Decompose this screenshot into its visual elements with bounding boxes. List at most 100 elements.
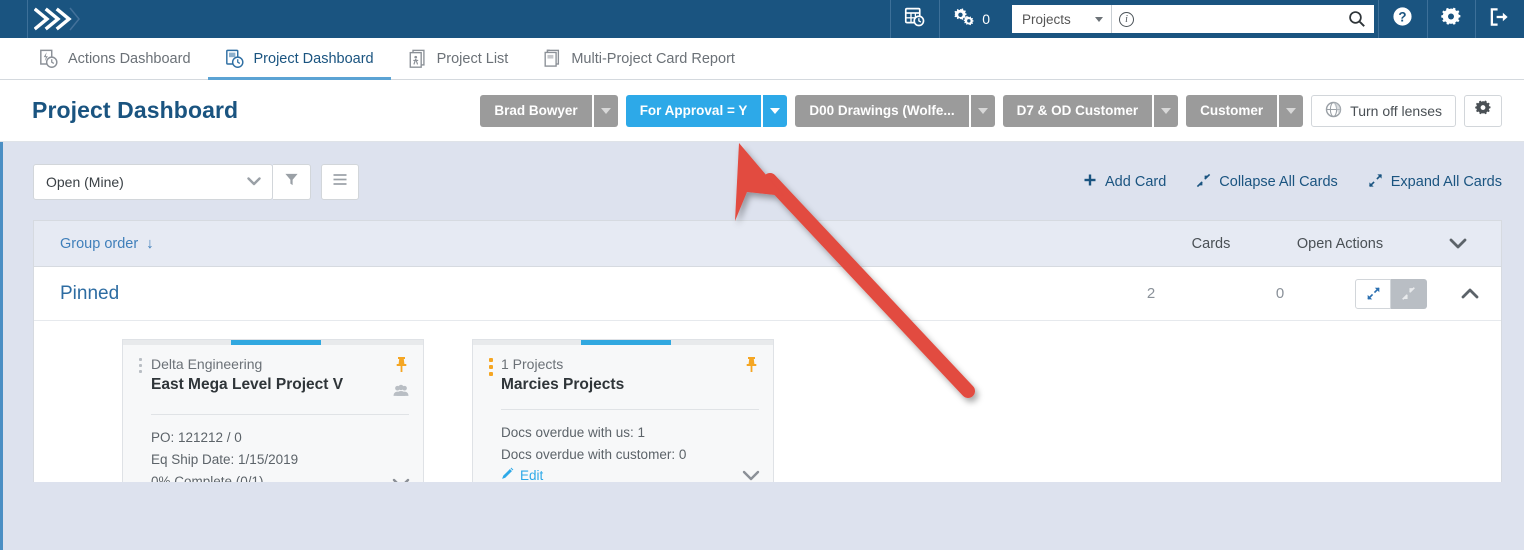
lens-dropdown-toggle[interactable] xyxy=(761,94,788,127)
lens-d00-drawings[interactable]: D00 Drawings (Wolfe... xyxy=(795,94,995,127)
card-body: PO: 121212 / 0 Eq Ship Date: 1/15/2019 0… xyxy=(137,427,411,482)
lens-settings-button[interactable] xyxy=(1464,94,1502,127)
card-header: Delta Engineering East Mega Level Projec… xyxy=(137,354,409,402)
card-list: Delta Engineering East Mega Level Projec… xyxy=(34,321,1501,482)
column-header-cards: Cards xyxy=(1191,235,1231,252)
dashboard-toolbar: Open (Mine) Add Card Collapse All Cards … xyxy=(33,164,1502,200)
pin-icon[interactable] xyxy=(394,356,409,378)
card-expand-chevron[interactable] xyxy=(391,477,411,482)
collapse-all-label: Collapse All Cards xyxy=(1219,174,1338,190)
group-collapse-button[interactable] xyxy=(1391,278,1427,309)
card-title: East Mega Level Project V xyxy=(151,376,344,394)
lens-d7-od-customer[interactable]: D7 & OD Customer xyxy=(1002,94,1179,127)
lens-bar: Brad Bowyer For Approval = Y D00 Drawing… xyxy=(480,94,1502,127)
card-drag-handle[interactable] xyxy=(137,354,151,402)
top-bar: 0 Projects i ? xyxy=(0,0,1524,38)
card-detail-line: Eq Ship Date: 1/15/2019 xyxy=(151,451,299,467)
column-header-open-actions: Open Actions xyxy=(1296,235,1384,252)
search-group: Projects i xyxy=(1012,5,1374,33)
card-progress-accent xyxy=(123,340,423,345)
card-detail-line: 0% Complete (0/1) xyxy=(151,473,264,482)
card-edit-link[interactable]: Edit xyxy=(501,467,543,482)
group-row-pinned[interactable]: Pinned 2 0 xyxy=(34,267,1501,321)
tab-project-dashboard[interactable]: Project Dashboard xyxy=(207,38,391,80)
card-icon-group xyxy=(744,354,759,397)
main-content: Open (Mine) Add Card Collapse All Cards … xyxy=(0,142,1524,550)
app-logo[interactable] xyxy=(0,0,92,38)
lens-for-approval[interactable]: For Approval = Y xyxy=(625,94,788,127)
view-select-value: Open (Mine) xyxy=(46,174,124,190)
calendar-clock-icon xyxy=(904,6,925,32)
logout-icon xyxy=(1489,7,1510,32)
project-card[interactable]: Delta Engineering East Mega Level Projec… xyxy=(122,339,424,482)
add-card-button[interactable]: Add Card xyxy=(1083,173,1166,191)
lens-label: D00 Drawings (Wolfe... xyxy=(795,94,969,127)
info-icon[interactable]: i xyxy=(1119,11,1134,27)
grid-header: Group order ↓ Cards Open Actions xyxy=(34,221,1501,267)
logout-button[interactable] xyxy=(1475,0,1524,38)
search-input[interactable] xyxy=(1134,11,1342,27)
tab-label: Multi-Project Card Report xyxy=(571,50,735,67)
chevron-down-icon xyxy=(1095,16,1103,22)
help-button[interactable]: ? xyxy=(1378,0,1427,38)
tab-actions-dashboard[interactable]: Actions Dashboard xyxy=(22,38,208,79)
lens-dropdown-toggle[interactable] xyxy=(1277,94,1304,127)
search-scope-select[interactable]: Projects xyxy=(1012,5,1112,33)
card-divider xyxy=(501,408,759,410)
tab-multi-project-card-report[interactable]: Multi-Project Card Report xyxy=(525,38,752,79)
turn-off-lenses-button[interactable]: Turn off lenses xyxy=(1311,94,1456,127)
search-field-wrap: i xyxy=(1112,5,1374,33)
plus-icon xyxy=(1083,173,1097,191)
top-bar-spacer xyxy=(92,0,890,38)
project-card[interactable]: 1 Projects Marcies Projects Docs overdue… xyxy=(472,339,774,482)
lens-dropdown-toggle[interactable] xyxy=(968,94,995,127)
collapse-all-cards-button[interactable]: Collapse All Cards xyxy=(1196,173,1338,192)
card-titles: 1 Projects Marcies Projects xyxy=(501,354,744,397)
pin-icon[interactable] xyxy=(744,356,759,378)
chevron-down-icon xyxy=(770,107,781,114)
search-icon[interactable] xyxy=(1342,10,1366,28)
lens-brad-bowyer[interactable]: Brad Bowyer xyxy=(480,94,618,127)
tab-label: Actions Dashboard xyxy=(68,50,191,67)
lens-label: For Approval = Y xyxy=(625,94,762,127)
actions-dashboard-icon xyxy=(39,49,59,69)
group-collapse-chevron[interactable] xyxy=(1439,287,1501,300)
group-cards-count: 2 xyxy=(1146,285,1156,302)
card-drag-handle[interactable] xyxy=(487,354,501,397)
people-icon[interactable] xyxy=(393,384,409,402)
group-expand-button[interactable] xyxy=(1355,278,1391,309)
card-icon-group xyxy=(393,354,409,402)
card-body: Docs overdue with us: 1 Docs overdue wit… xyxy=(487,422,761,482)
gears-button[interactable]: 0 xyxy=(939,0,1004,38)
gears-count: 0 xyxy=(982,11,990,27)
card-edit-label: Edit xyxy=(520,467,544,482)
expand-all-cards-button[interactable]: Expand All Cards xyxy=(1368,173,1502,192)
card-expand-chevron[interactable] xyxy=(741,469,761,482)
chevron-logo-icon xyxy=(34,7,80,31)
card-subtitle: Delta Engineering xyxy=(151,356,263,372)
chevron-down-icon xyxy=(1286,107,1297,114)
grid-collapse-toggle[interactable] xyxy=(1415,237,1501,250)
group-name: Pinned xyxy=(60,282,120,304)
filter-button[interactable] xyxy=(273,164,311,200)
svg-text:?: ? xyxy=(1398,9,1406,24)
lens-dropdown-toggle[interactable] xyxy=(591,94,618,127)
group-order-sort[interactable]: Group order ↓ xyxy=(60,236,153,252)
card-header: 1 Projects Marcies Projects xyxy=(487,354,759,397)
help-icon: ? xyxy=(1392,6,1413,32)
tab-project-list[interactable]: Project List xyxy=(391,38,526,79)
calendar-clock-button[interactable] xyxy=(890,0,939,38)
lens-customer[interactable]: Customer xyxy=(1186,94,1304,127)
view-select[interactable]: Open (Mine) xyxy=(33,164,273,200)
cards-panel: Group order ↓ Cards Open Actions Pinned … xyxy=(33,220,1502,482)
lens-dropdown-toggle[interactable] xyxy=(1152,94,1179,127)
app-root: 0 Projects i ? Actions Dashboard Project… xyxy=(0,0,1524,550)
expand-all-label: Expand All Cards xyxy=(1390,174,1502,190)
project-list-icon xyxy=(408,49,428,69)
project-dashboard-icon xyxy=(225,49,245,69)
menu-button[interactable] xyxy=(321,164,359,200)
card-divider xyxy=(151,414,409,415)
settings-button[interactable] xyxy=(1427,0,1475,38)
card-progress-accent xyxy=(473,340,773,345)
toolbar-actions: Add Card Collapse All Cards Expand All C… xyxy=(1083,173,1502,192)
